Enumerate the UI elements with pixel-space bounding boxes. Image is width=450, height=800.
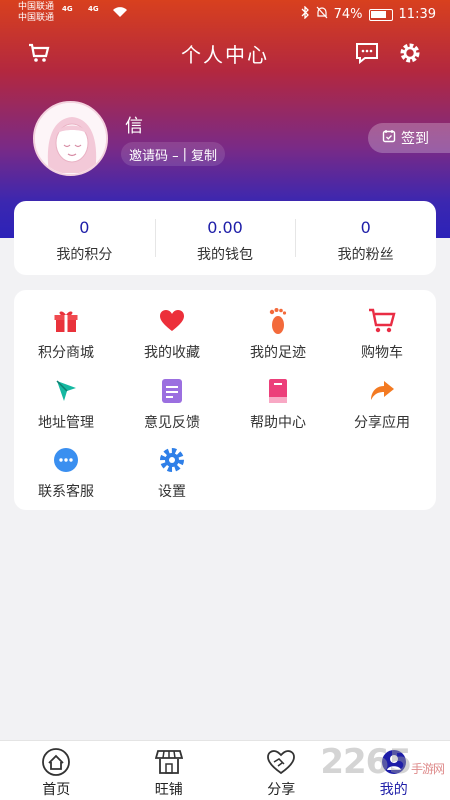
menu-item-feedback[interactable]: 意见反馈 xyxy=(120,376,224,432)
page-title: 个人中心 xyxy=(181,43,269,67)
footprint-icon xyxy=(263,306,293,336)
menu-item-label: 积分商城 xyxy=(38,345,94,361)
stat-label: 我的积分 xyxy=(56,247,113,263)
carrier-name-1: 中国联通 xyxy=(18,2,55,12)
network-type-2: 4G xyxy=(88,5,99,13)
clock: 11:39 xyxy=(398,7,436,22)
network-type-1: 4G xyxy=(62,5,73,13)
tab-label: 分享 xyxy=(267,782,296,798)
menu-item-address[interactable]: 地址管理 xyxy=(14,376,118,432)
menu-item-label: 购物车 xyxy=(361,345,403,361)
battery-percent: 74% xyxy=(333,7,363,22)
stat-wallet[interactable]: 0.00 我的钱包 xyxy=(154,201,296,275)
menu-item-favorites[interactable]: 我的收藏 xyxy=(120,306,224,362)
menu-item-footprints[interactable]: 我的足迹 xyxy=(226,306,330,362)
carrier-info: 中国联通 中国联通 xyxy=(18,2,54,24)
invite-code: 邀请码 – | 复制 xyxy=(121,142,226,166)
menu-item-points-mall[interactable]: 积分商城 xyxy=(14,306,118,362)
stat-value: 0.00 xyxy=(207,218,243,237)
menu-item-help-center[interactable]: 帮助中心 xyxy=(226,376,330,432)
menu-item-label: 联系客服 xyxy=(38,484,94,500)
site-watermark: 2265手游网 xyxy=(320,742,445,782)
menu-item-share-app[interactable]: 分享应用 xyxy=(330,376,434,432)
tab-label: 我的 xyxy=(379,782,408,798)
tab-home[interactable]: 首页 xyxy=(0,741,113,800)
menu-item-customer-service[interactable]: 联系客服 xyxy=(14,445,118,501)
heart-icon xyxy=(157,306,187,336)
stat-label: 我的钱包 xyxy=(197,247,253,263)
title-bar: 个人中心 xyxy=(0,36,450,70)
share-icon xyxy=(367,376,397,406)
tab-shop[interactable]: 旺铺 xyxy=(113,741,226,800)
menu-item-shopping-cart[interactable]: 购物车 xyxy=(330,306,434,362)
battery-icon xyxy=(368,8,393,21)
carrier-name-2: 中国联通 xyxy=(18,13,55,23)
tab-label: 旺铺 xyxy=(154,782,183,798)
gift-icon xyxy=(51,306,81,336)
status-bar: 中国联通 中国联通 4G 4G 74% 11:39 xyxy=(0,0,450,30)
watermark-text: 2265 xyxy=(320,742,412,782)
settings-gear-icon[interactable] xyxy=(397,40,423,66)
book-icon xyxy=(263,376,293,406)
username: 信 xyxy=(125,116,143,137)
signin-button[interactable]: 签到 xyxy=(368,123,450,153)
feedback-icon xyxy=(157,376,187,406)
stat-label: 我的粉丝 xyxy=(337,247,394,263)
stats-card: 0 我的积分 0.00 我的钱包 0 我的粉丝 xyxy=(14,201,436,275)
message-icon[interactable] xyxy=(354,40,380,66)
calendar-icon xyxy=(382,129,396,147)
copy-invite-button[interactable]: 复制 xyxy=(191,145,217,164)
menu-item-label: 我的足迹 xyxy=(250,345,306,361)
menu-item-label: 帮助中心 xyxy=(250,415,306,431)
menu-item-settings[interactable]: 设置 xyxy=(120,445,224,501)
wifi-icon xyxy=(112,6,128,21)
stat-fans[interactable]: 0 我的粉丝 xyxy=(295,201,436,275)
menu-item-label: 地址管理 xyxy=(38,415,94,431)
function-menu: 积分商城 我的收藏 我的足迹 购物车 地址管理 意见反馈 帮助中心 分享应用 联… xyxy=(14,290,436,510)
chat-icon xyxy=(51,445,81,475)
stat-value: 0 xyxy=(360,218,371,237)
stat-value: 0 xyxy=(79,218,90,237)
location-icon xyxy=(51,376,81,406)
cart-icon xyxy=(367,306,397,336)
gear-icon xyxy=(157,445,187,475)
menu-item-label: 意见反馈 xyxy=(144,415,200,431)
tab-label: 首页 xyxy=(42,782,71,798)
bluetooth-icon xyxy=(301,5,310,23)
home-icon xyxy=(0,747,113,777)
store-icon xyxy=(113,747,226,777)
menu-item-label: 我的收藏 xyxy=(144,345,200,361)
signin-label: 签到 xyxy=(401,131,429,147)
stat-points[interactable]: 0 我的积分 xyxy=(14,201,155,275)
invite-separator: | xyxy=(182,146,188,162)
invite-code-label: 邀请码 – xyxy=(129,148,179,164)
menu-item-label: 分享应用 xyxy=(354,415,410,431)
watermark-sub: 手游网 xyxy=(410,762,445,776)
avatar[interactable] xyxy=(33,101,108,176)
menu-item-label: 设置 xyxy=(158,484,186,500)
mute-bell-icon xyxy=(316,6,328,23)
